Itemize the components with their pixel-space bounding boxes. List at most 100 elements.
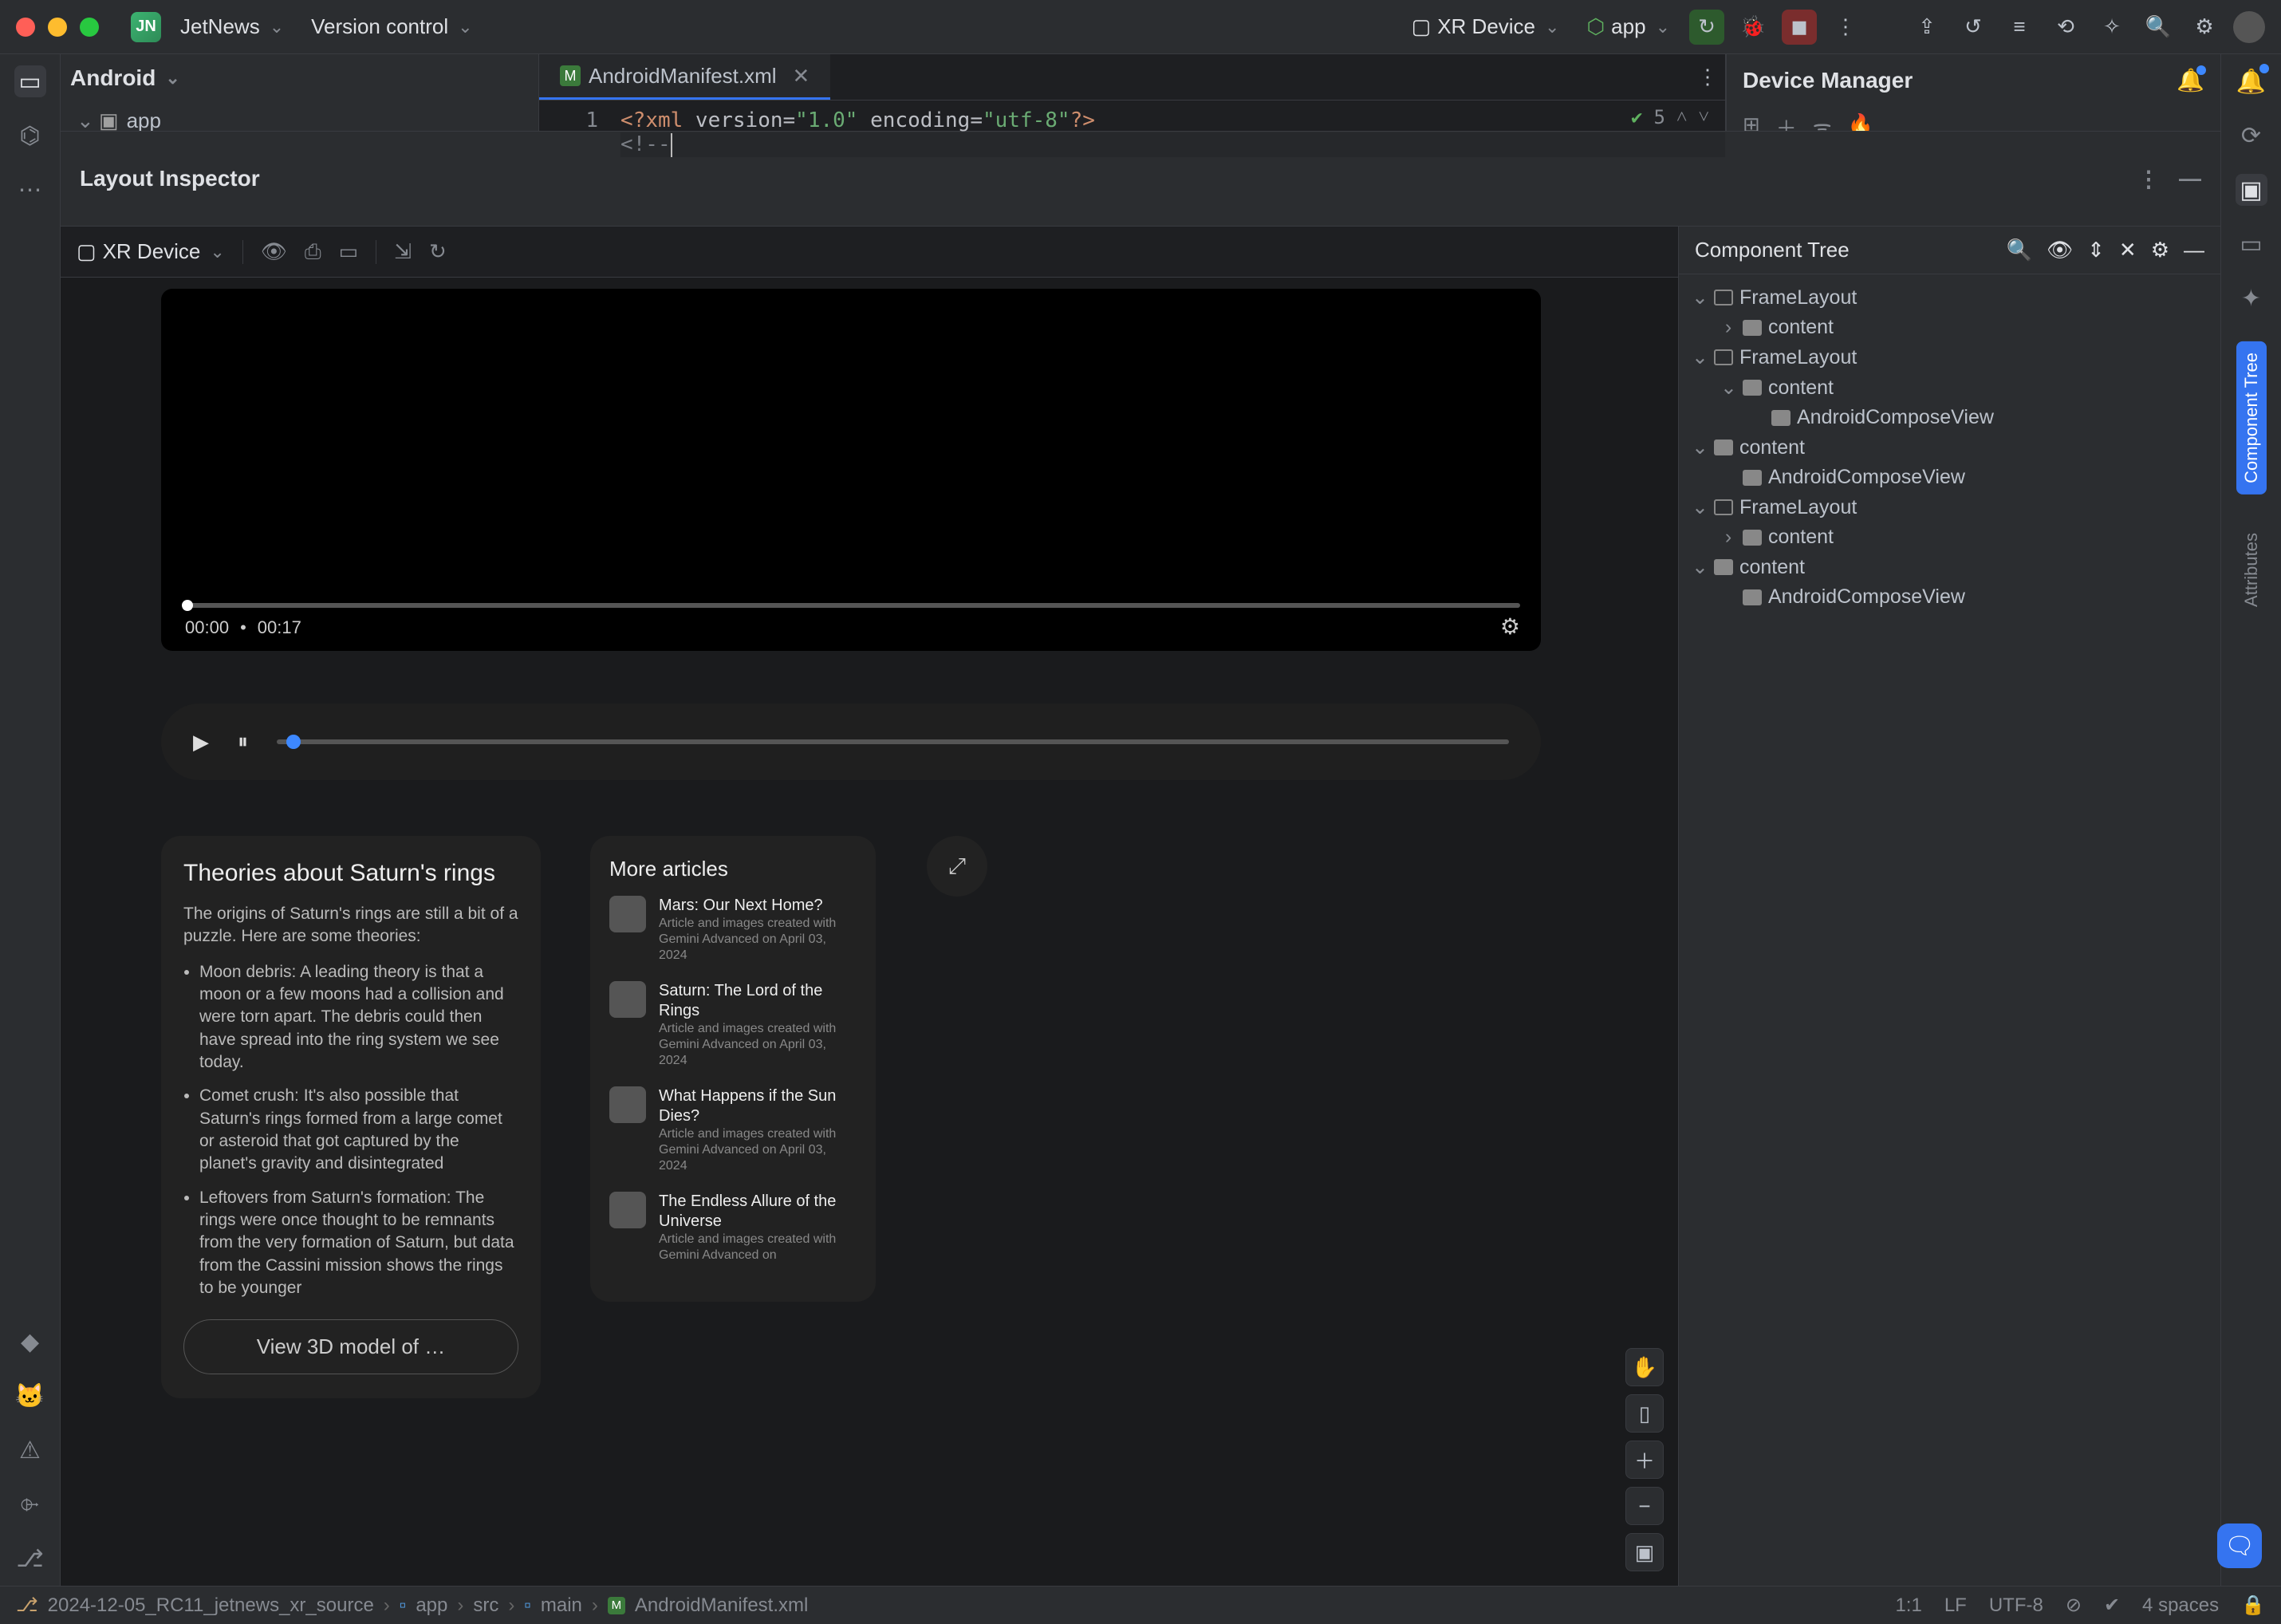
sync-icon[interactable]: ↺ [1956,10,1991,45]
zoom-window-button[interactable] [80,18,99,37]
attributes-tab[interactable]: Attributes [2236,522,2267,618]
gemini-tool-icon[interactable]: ✦ [2236,282,2267,314]
zoom-fit-icon[interactable]: ▣ [1625,1533,1664,1571]
code-body[interactable]: <?xml version="1.0" encoding="utf-8"?> <… [613,101,1725,185]
minimize-icon[interactable]: — [2179,166,2201,192]
component-tree-row[interactable]: AndroidComposeView [1685,403,2214,432]
project-selector[interactable]: JetNews [172,10,292,44]
zoom-out-icon[interactable]: − [1625,1487,1664,1525]
expand-icon[interactable]: ⌄ [1692,286,1708,309]
snapshot-icon[interactable]: ⎙ [305,239,321,265]
resource-manager-icon[interactable]: ◆ [14,1326,46,1358]
attach-debugger-icon[interactable]: ⟲ [2048,10,2083,45]
chevron-down-icon[interactable]: ˅ [1698,105,1709,128]
project-tool-icon[interactable]: ▭ [14,65,46,97]
close-window-button[interactable] [16,18,35,37]
logcat-icon[interactable]: 🐱 [14,1380,46,1412]
component-tree-row[interactable]: AndroidComposeView [1685,582,2214,612]
filter-icon[interactable]: 👁 [2047,238,2073,262]
lock-icon[interactable]: 🔒 [2241,1594,2265,1617]
view-3d-button[interactable]: View 3D model of … [183,1319,518,1374]
expand-icon[interactable]: ⌄ [1720,376,1736,400]
problems-icon[interactable]: ⚠ [14,1434,46,1466]
app-inspection-icon[interactable]: ✧ [2094,10,2129,45]
search-everywhere-icon[interactable]: 🔍 [2141,10,2176,45]
expand-icon[interactable]: › [1720,526,1736,549]
minimize-icon[interactable]: — [2184,238,2204,262]
device-manager-tool-icon[interactable]: ▣ [2236,174,2267,206]
component-tree-row[interactable]: ⌄content [1685,432,2214,463]
component-tree-row[interactable]: ›content [1685,313,2214,342]
editor-tab-manifest[interactable]: M AndroidManifest.xml ✕ [539,54,830,100]
play-icon[interactable]: ▶ [193,730,209,755]
overlay-icon[interactable]: ▭ [339,239,359,264]
notifications-tool-icon[interactable]: 🔔 [2236,65,2267,97]
zoom-in-icon[interactable]: ＋ [1625,1441,1664,1479]
build-icon[interactable]: ≡ [2002,10,2037,45]
expand-icon[interactable]: ⌄ [1692,555,1708,579]
gradle-tool-icon[interactable]: ⟳ [2236,120,2267,152]
search-icon[interactable]: 🔍 [2007,238,2032,262]
video-seek-bar[interactable] [182,603,1520,608]
vcs-menu[interactable]: Version control [303,10,480,44]
expand-icon[interactable]: › [1720,316,1736,339]
layers-tool-icon[interactable]: ▯ [1625,1394,1664,1433]
expand-all-icon[interactable]: ⇕ [2087,238,2105,262]
notifications-icon[interactable]: 🔔 [2177,67,2204,93]
component-tree-row[interactable]: ⌄content [1685,372,2214,403]
live-updates-icon[interactable]: 👁 [261,239,287,264]
line-separator[interactable]: LF [1944,1594,1967,1617]
tab-options-icon[interactable]: ⋮ [1690,60,1725,95]
component-tree-row[interactable]: AndroidComposeView [1685,463,2214,492]
account-avatar[interactable] [2233,11,2265,43]
component-tree-tab[interactable]: Component Tree [2236,341,2267,495]
expand-icon[interactable]: ⌄ [1692,345,1708,369]
pan-tool-icon[interactable]: ✋ [1625,1348,1664,1386]
refresh-icon[interactable]: ↻ [429,239,447,264]
expand-icon[interactable]: ⌄ [77,108,91,133]
pause-icon[interactable]: ⏸ [238,729,248,755]
expand-icon[interactable]: ⌄ [1692,495,1708,519]
terminal-icon[interactable]: ⌱ [14,1488,46,1520]
git-icon[interactable]: ⎇ [14,1543,46,1575]
inspection-widget[interactable]: ✔ 5 ˄ ˅ [1631,105,1709,128]
article-item[interactable]: Saturn: The Lord of the RingsArticle and… [609,981,857,1069]
code-editor[interactable]: 1 2 <?xml version="1.0" encoding="utf-8"… [539,101,1725,185]
inspector-canvas[interactable]: 00:00 • 00:17 ⚙ ▶ ⏸ Theories about Satur… [61,278,1678,1586]
component-tree-row[interactable]: ⌄FrameLayout [1685,342,2214,372]
run-config-selector[interactable]: ⬡ app [1578,10,1678,44]
settings-icon[interactable]: ⚙ [2151,238,2169,262]
close-tab-icon[interactable]: ✕ [793,64,810,89]
stop-button[interactable]: ◼ [1782,10,1817,45]
export-icon[interactable]: ⇲ [394,239,412,264]
article-item[interactable]: Mars: Our Next Home?Article and images c… [609,896,857,964]
inspector-device-selector[interactable]: ▢ XR Device [77,239,225,264]
component-tree-row[interactable]: ⌄FrameLayout [1685,282,2214,313]
device-selector[interactable]: ▢ XR Device [1404,10,1568,44]
component-tree-row[interactable]: ›content [1685,522,2214,552]
run-button[interactable]: ↻ [1689,10,1724,45]
article-item[interactable]: What Happens if the Sun Dies?Article and… [609,1086,857,1174]
expand-icon[interactable]: ⌄ [1692,436,1708,459]
video-settings-icon[interactable]: ⚙ [1500,613,1520,640]
component-tree-row[interactable]: ⌄content [1685,552,2214,582]
project-view-selector[interactable]: Android [70,65,529,91]
inspection-status-icon[interactable]: ✔ [2104,1594,2120,1617]
expand-fab[interactable]: ⤢ [927,836,987,897]
file-encoding[interactable]: UTF-8 [1989,1594,2043,1617]
indent-setting[interactable]: 4 spaces [2142,1594,2219,1617]
assistant-fab[interactable]: 🗨 [2217,1523,2262,1568]
readonly-icon[interactable]: ⊘ [2066,1594,2082,1617]
caret-position[interactable]: 1:1 [1895,1594,1921,1617]
audio-seek-bar[interactable] [277,739,1509,744]
profiler-icon[interactable]: ⇪ [1909,10,1944,45]
debug-button[interactable]: 🐞 [1735,10,1771,45]
component-tree-body[interactable]: ⌄FrameLayout›content⌄FrameLayout⌄content… [1679,274,2220,1586]
structure-tool-icon[interactable]: ⌬ [14,120,46,152]
collapse-all-icon[interactable]: ✕ [2119,238,2137,262]
article-item[interactable]: The Endless Allure of the UniverseArticl… [609,1192,857,1263]
minimize-window-button[interactable] [48,18,67,37]
options-icon[interactable]: ⋮ [2137,166,2160,192]
component-tree-row[interactable]: ⌄FrameLayout [1685,492,2214,522]
more-run-actions[interactable]: ⋮ [1828,10,1863,45]
